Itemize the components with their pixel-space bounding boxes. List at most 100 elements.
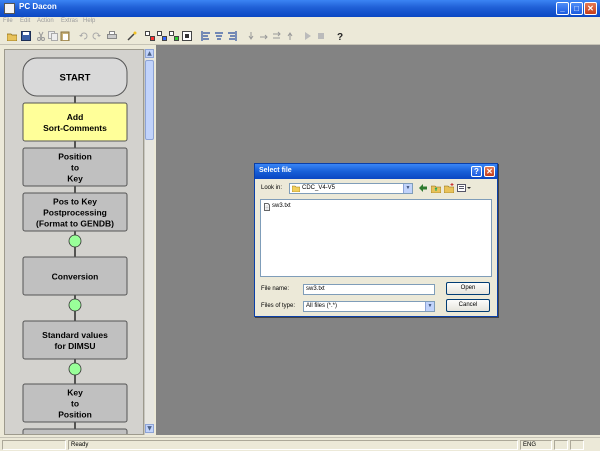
menu-action[interactable]: Action [37, 18, 54, 24]
flow-node-label: START [60, 73, 91, 84]
step-down-icon[interactable] [246, 31, 256, 41]
title-bar[interactable]: PC Dacon _ □ ✕ [0, 0, 600, 17]
open-button[interactable]: Open [446, 282, 490, 295]
open-folder-icon[interactable] [7, 31, 17, 41]
look-in-label: Look in: [261, 185, 283, 191]
flow-node-0[interactable]: START [22, 57, 128, 97]
save-icon[interactable] [21, 31, 31, 41]
menu-help[interactable]: Help [83, 18, 95, 24]
up-folder-icon[interactable] [431, 183, 441, 193]
flow-node-label: (Format to GENDB) [36, 219, 114, 229]
flow-step-icon[interactable] [157, 31, 167, 41]
paste-icon[interactable] [60, 31, 70, 41]
align-left-icon[interactable] [201, 31, 211, 41]
flow-node-box[interactable] [22, 428, 128, 435]
flow-node-label: Standard values [42, 330, 108, 340]
file-name-value: sw3.txt [306, 286, 325, 292]
flow-connector-dot[interactable] [68, 234, 82, 248]
files-of-type-label: Files of type: [261, 303, 296, 309]
flow-node-label: Key [67, 174, 83, 184]
flow-node-label: Add [67, 112, 84, 122]
dialog-close-button[interactable]: ✕ [484, 166, 495, 177]
redo-icon[interactable] [91, 31, 101, 41]
flow-node-box[interactable] [22, 320, 128, 360]
folder-icon [292, 185, 300, 192]
back-arrow-icon[interactable] [418, 183, 428, 193]
copy-icon[interactable] [48, 31, 58, 41]
text-file-icon [264, 203, 270, 211]
status-bar: Ready ENG [0, 437, 600, 451]
align-center-icon[interactable] [214, 31, 224, 41]
file-name-field[interactable]: sw3.txt [303, 284, 435, 295]
language-indicator: ENG [520, 440, 552, 450]
maximize-button[interactable]: □ [570, 2, 583, 15]
flow-node-2[interactable]: PositiontoKey [22, 147, 128, 187]
flow-connector-dot[interactable] [68, 298, 82, 312]
app-window: PC Dacon _ □ ✕ File Edit Action Extras H… [0, 0, 600, 451]
step-out-icon[interactable] [272, 31, 282, 41]
flow-branch-icon[interactable] [169, 31, 179, 41]
flow-start-icon[interactable] [145, 31, 155, 41]
file-list[interactable]: sw3.txt [260, 199, 492, 277]
stop-icon[interactable] [316, 31, 326, 41]
scroll-up-icon[interactable]: ▲ [145, 49, 154, 58]
flow-node-label: Position [58, 410, 92, 420]
flow-node-label: Position [58, 152, 92, 162]
close-button[interactable]: ✕ [584, 2, 597, 15]
flow-connector-dot[interactable] [68, 362, 82, 376]
flow-node-6[interactable]: KeytoPosition [22, 383, 128, 423]
flow-node-1[interactable]: AddSort-Comments [22, 102, 128, 142]
look-in-select[interactable]: CDC_V4-V5 ▼ [289, 183, 413, 194]
status-pane-extra [554, 440, 568, 450]
status-text: Ready [68, 440, 518, 450]
cancel-button[interactable]: Cancel [446, 299, 490, 312]
dialog-title-bar[interactable]: Select file ? ✕ [255, 164, 497, 179]
run-icon[interactable] [303, 31, 313, 41]
flow-node-label: Pos to Key [53, 197, 97, 207]
select-file-dialog: Select file ? ✕ Look in: CDC_V4-V5 ▼ sw3… [254, 163, 498, 317]
step-up-icon[interactable] [285, 31, 295, 41]
flow-node-label: Postprocessing [43, 208, 107, 218]
step-over-icon[interactable] [259, 31, 269, 41]
flow-node-label: Conversion [52, 272, 99, 282]
flow-node-3[interactable]: Pos to KeyPostprocessing(Format to GENDB… [22, 192, 128, 232]
look-in-value: CDC_V4-V5 [302, 185, 336, 191]
file-name-label: File name: [261, 286, 290, 292]
window-title: PC Dacon [19, 2, 57, 11]
menu-bar: File Edit Action Extras Help [0, 17, 600, 28]
flow-scrollbar[interactable]: ▲ ▼ [144, 49, 154, 435]
align-right-icon[interactable] [227, 31, 237, 41]
wand-icon[interactable] [127, 31, 137, 41]
flow-node-label: to [71, 163, 79, 173]
flow-panel: START Add Sort-Comments Position to Key Pos to… [4, 49, 144, 435]
view-menu-icon[interactable] [457, 183, 471, 193]
flow-end-icon[interactable] [182, 31, 192, 41]
print-icon[interactable] [107, 31, 117, 41]
minimize-button[interactable]: _ [556, 2, 569, 15]
files-of-type-value: All files (*.*) [306, 303, 338, 309]
dialog-help-button[interactable]: ? [471, 166, 482, 177]
new-folder-icon[interactable] [444, 183, 454, 193]
chevron-down-icon[interactable]: ▼ [425, 302, 434, 311]
toolbar: ? [0, 28, 600, 45]
flow-node-box[interactable] [22, 102, 128, 142]
flow-node-4[interactable]: Conversion [22, 256, 128, 296]
dialog-title: Select file [259, 167, 292, 174]
scroll-thumb[interactable] [145, 60, 154, 140]
status-pane-extra-2 [570, 440, 584, 450]
flow-node-label: to [71, 399, 79, 409]
files-of-type-select[interactable]: All files (*.*) ▼ [303, 301, 435, 312]
menu-edit[interactable]: Edit [20, 18, 30, 24]
app-icon [4, 3, 15, 14]
menu-file[interactable]: File [3, 18, 13, 24]
flow-diagram: STARTAddSort-CommentsPositiontoKeyPos to… [22, 57, 128, 435]
undo-icon[interactable] [79, 31, 89, 41]
chevron-down-icon[interactable]: ▼ [403, 184, 412, 193]
cut-icon[interactable] [36, 31, 46, 41]
menu-extras[interactable]: Extras [61, 18, 78, 24]
status-pane-empty [2, 440, 66, 450]
help-icon[interactable]: ? [335, 31, 345, 41]
flow-node-7[interactable]: Key to Pos [22, 428, 128, 435]
flow-node-5[interactable]: Standard valuesfor DIMSU [22, 320, 128, 360]
scroll-down-icon[interactable]: ▼ [145, 424, 154, 433]
